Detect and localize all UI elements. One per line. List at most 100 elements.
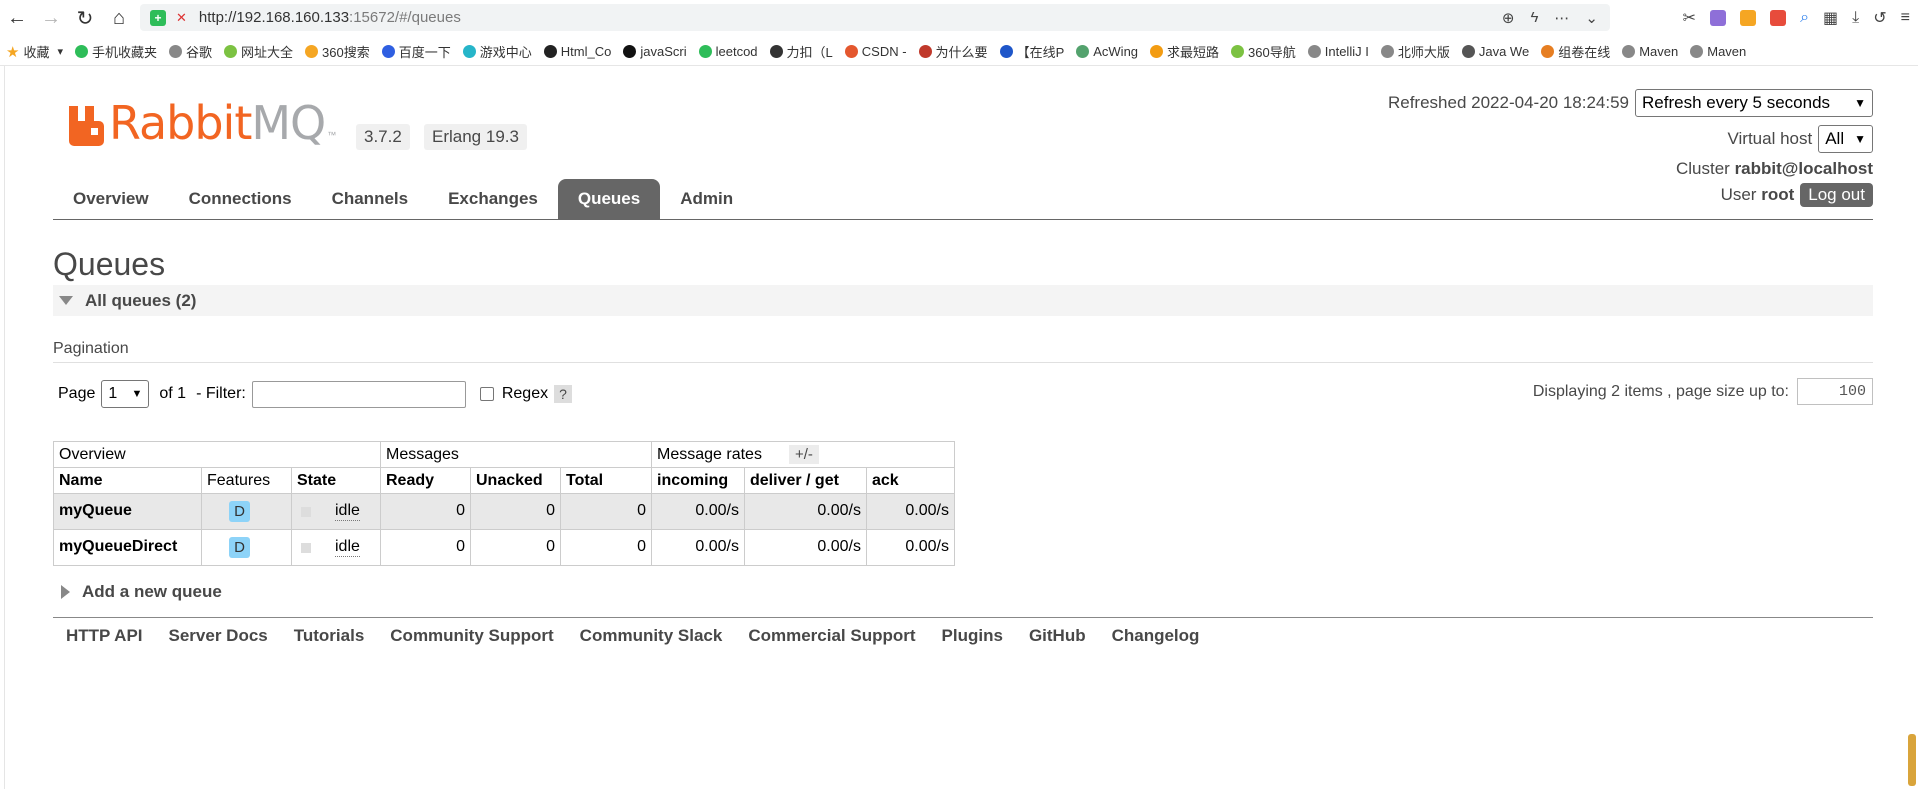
bookmark-label: 百度一下: [398, 45, 451, 60]
regex-checkbox[interactable]: [479, 387, 494, 401]
undo-icon[interactable]: ↺: [1873, 8, 1886, 28]
bookmark-item[interactable]: 组卷在线: [1535, 40, 1616, 64]
tab-channels[interactable]: Channels: [312, 179, 429, 219]
vhost-label: Virtual host: [1727, 129, 1813, 148]
group-overview: Overview: [53, 441, 381, 468]
translate-icon[interactable]: [1710, 10, 1727, 26]
bookmark-item[interactable]: javaScri: [617, 40, 692, 64]
col-incoming[interactable]: incoming: [651, 467, 745, 494]
bookmark-item[interactable]: 游戏中心: [457, 40, 538, 64]
bookmark-item[interactable]: 360搜索: [299, 40, 376, 64]
footer-link-commercial-support[interactable]: Commercial Support: [735, 626, 928, 646]
bookmark-item[interactable]: 北师大版: [1375, 40, 1456, 64]
vhost-select[interactable]: All ▼: [1818, 125, 1873, 153]
trademark: ™: [327, 130, 337, 140]
bookmark-item[interactable]: 【在线P: [994, 40, 1071, 64]
col-deliver-get[interactable]: deliver / get: [744, 467, 867, 494]
tab-queues[interactable]: Queues: [557, 179, 661, 219]
rabbitmq-logo[interactable]: RabbitMQ ™: [67, 100, 336, 146]
tab-admin[interactable]: Admin: [660, 179, 753, 219]
durable-badge: D: [229, 501, 250, 522]
total-cell: 0: [560, 493, 652, 530]
bookmark-item[interactable]: Maven: [1684, 40, 1752, 64]
bookmark-item[interactable]: Java We: [1456, 40, 1535, 64]
col-total[interactable]: Total: [560, 467, 652, 494]
pagination-controls: Page 1 ▼ of 1 - Filter: Regex ?: [58, 380, 572, 408]
shield-ext-icon[interactable]: [1740, 10, 1757, 26]
footer-link-changelog[interactable]: Changelog: [1099, 626, 1213, 646]
filter-input[interactable]: [251, 380, 466, 408]
bookmark-label: AcWing: [1093, 44, 1139, 59]
scrollbar-grip[interactable]: [1908, 734, 1916, 786]
bookmark-item[interactable]: IntelliJ I: [1302, 40, 1375, 64]
all-queues-toggle[interactable]: All queues (2): [53, 285, 1873, 316]
page-of-label: of 1: [159, 385, 187, 402]
bookmark-item[interactable]: leetcod: [693, 40, 764, 64]
footer-link-plugins[interactable]: Plugins: [929, 626, 1016, 646]
page-select[interactable]: 1 ▼: [101, 380, 150, 408]
bookmark-item[interactable]: 求最短路: [1144, 40, 1225, 64]
tab-exchanges[interactable]: Exchanges: [428, 179, 558, 219]
add-queue-toggle[interactable]: Add a new queue: [61, 582, 222, 602]
lightning-icon[interactable]: ϟ: [1530, 9, 1538, 26]
col-name[interactable]: Name: [53, 467, 202, 494]
bookmark-label: CSDN -: [861, 44, 907, 59]
cluster-value: rabbit@localhost: [1734, 159, 1873, 178]
filter-label: - Filter:: [196, 385, 246, 402]
bookmark-item[interactable]: Maven: [1616, 40, 1684, 64]
home-icon[interactable]: ⌂: [102, 1, 136, 35]
menu-icon[interactable]: ≡: [1901, 9, 1910, 27]
page-size-input[interactable]: 100: [1797, 378, 1873, 405]
queue-name-link[interactable]: myQueue: [53, 493, 202, 530]
bookmark-favicon-icon: [462, 45, 476, 58]
footer-link-community-slack[interactable]: Community Slack: [567, 626, 736, 646]
regex-help-button[interactable]: ?: [554, 385, 572, 403]
bookmark-item[interactable]: 谷歌: [163, 40, 218, 64]
column-toggle-button[interactable]: +/-: [789, 445, 819, 464]
bookmark-favicon-icon: [1076, 45, 1090, 58]
bookmark-item[interactable]: CSDN -: [839, 40, 913, 64]
state-cell: idle: [291, 493, 381, 530]
url-text[interactable]: http://192.168.160.133:15672/#/queues: [199, 9, 461, 26]
bookmark-item[interactable]: 手机收藏夹: [69, 40, 163, 64]
refresh-select[interactable]: Refresh every 5 seconds ▼: [1635, 89, 1873, 117]
footer-link-server-docs[interactable]: Server Docs: [156, 626, 281, 646]
bookmark-item[interactable]: 网址大全: [218, 40, 299, 64]
back-icon[interactable]: ←: [0, 1, 34, 35]
reload-icon[interactable]: ↻: [68, 1, 102, 35]
game-ext-icon[interactable]: [1770, 10, 1787, 26]
col-ready[interactable]: Ready: [380, 467, 471, 494]
download-icon[interactable]: ⤓: [1852, 9, 1859, 27]
bookmark-item[interactable]: AcWing: [1070, 40, 1144, 64]
search-icon[interactable]: ⌕: [1800, 9, 1809, 27]
queue-name-link[interactable]: myQueueDirect: [53, 529, 202, 566]
chevron-down-icon[interactable]: ⌄: [1585, 9, 1598, 27]
refreshed-label: Refreshed: [1387, 93, 1467, 112]
bookmark-item[interactable]: 360导航: [1225, 40, 1302, 64]
more-icon[interactable]: ⋯: [1554, 9, 1569, 27]
forward-icon[interactable]: →: [34, 1, 68, 35]
tab-overview[interactable]: Overview: [53, 179, 169, 219]
insecure-icon[interactable]: ✕: [176, 10, 187, 26]
zoom-icon[interactable]: ⊕: [1502, 9, 1515, 27]
tab-connections[interactable]: Connections: [169, 179, 312, 219]
bookmark-item[interactable]: 力扣（L: [764, 40, 839, 64]
bookmark-item[interactable]: 为什么要: [913, 40, 994, 64]
apps-grid-icon[interactable]: ▦: [1823, 8, 1838, 28]
bookmark-item[interactable]: 百度一下: [376, 40, 457, 64]
footer-link-tutorials[interactable]: Tutorials: [281, 626, 378, 646]
cluster-label: Cluster: [1675, 159, 1730, 178]
state-cell: idle: [291, 529, 381, 566]
footer-link-community-support[interactable]: Community Support: [377, 626, 566, 646]
page-select-value: 1: [108, 385, 118, 402]
col-state[interactable]: State: [291, 467, 381, 494]
footer-link-github[interactable]: GitHub: [1016, 626, 1099, 646]
bookmark-favicon-icon: [844, 45, 858, 58]
address-bar[interactable]: + ✕ http://192.168.160.133:15672/#/queue…: [140, 4, 1610, 31]
col-unacked[interactable]: Unacked: [470, 467, 561, 494]
footer-link-http-api[interactable]: HTTP API: [53, 626, 156, 646]
bookmark-item[interactable]: ★ 收藏 ▾: [0, 40, 69, 64]
col-ack[interactable]: ack: [866, 467, 955, 494]
bookmark-item[interactable]: Html_Co: [538, 40, 618, 64]
scissors-icon[interactable]: ✂: [1683, 8, 1696, 28]
